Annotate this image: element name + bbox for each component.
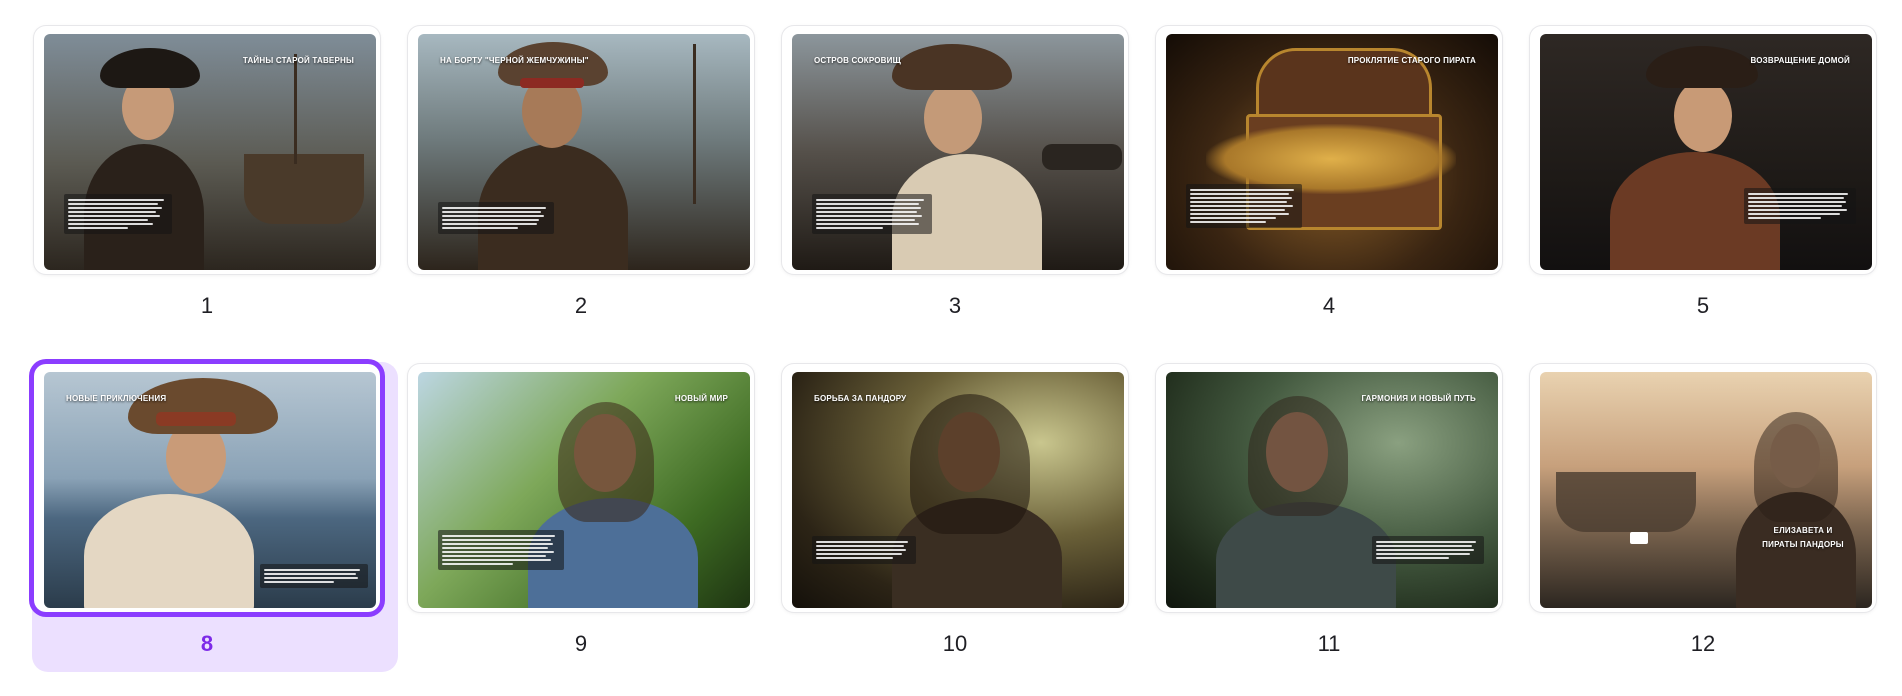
thumbnail-frame[interactable]: ОСТРОВ СОКРОВИЩ xyxy=(782,26,1128,274)
page-title: ГАРМОНИЯ И НОВЫЙ ПУТЬ xyxy=(1361,394,1476,403)
thumbnail-frame[interactable]: НА БОРТУ "ЧЕРНОЙ ЖЕМЧУЖИНЫ" xyxy=(408,26,754,274)
text-box xyxy=(438,202,554,234)
rigging xyxy=(693,44,696,204)
hat xyxy=(892,44,1012,90)
page-title: НОВЫЕ ПРИКЛЮЧЕНИЯ xyxy=(66,394,167,403)
page-number: 8 xyxy=(200,631,214,656)
thumbnail-frame[interactable]: БОРЬБА ЗА ПАНДОРУ xyxy=(782,364,1128,612)
bandana xyxy=(520,78,584,88)
page-number: 12 xyxy=(1690,631,1716,656)
text-box xyxy=(1744,188,1856,224)
page-title: БОРЬБА ЗА ПАНДОРУ xyxy=(814,394,907,403)
thumbnail-frame[interactable]: ГАРМОНИЯ И НОВЫЙ ПУТЬ xyxy=(1156,364,1502,612)
thumbnail-frame[interactable]: НОВЫЙ МИР xyxy=(408,364,754,612)
page-title: ПРОКЛЯТИЕ СТАРОГО ПИРАТА xyxy=(1347,56,1476,65)
logo-badge xyxy=(1630,532,1648,544)
text-box xyxy=(1186,184,1302,228)
ships xyxy=(1556,472,1696,532)
page-number: 1 xyxy=(200,293,214,318)
thumbnail-image: БОРЬБА ЗА ПАНДОРУ xyxy=(792,372,1124,608)
text-box xyxy=(812,536,916,564)
thumbnail-frame[interactable]: НОВЫЕ ПРИКЛЮЧЕНИЯ xyxy=(34,364,380,612)
thumbnail-image: ЕЛИЗАВЕТА И ПИРАТЫ ПАНДОРЫ xyxy=(1540,372,1872,608)
text-box xyxy=(438,530,564,570)
thumbnail-image: НА БОРТУ "ЧЕРНОЙ ЖЕМЧУЖИНЫ" xyxy=(418,34,750,270)
bandana xyxy=(156,412,236,426)
text-box xyxy=(260,564,368,588)
hair xyxy=(558,402,654,522)
thumbnail-image: ГАРМОНИЯ И НОВЫЙ ПУТЬ xyxy=(1166,372,1498,608)
page-number: 3 xyxy=(948,293,962,318)
head xyxy=(924,82,982,154)
page-title: НОВЫЙ МИР xyxy=(674,394,728,403)
thumbnail-image: ТАЙНЫ СТАРОЙ ТАВЕРНЫ xyxy=(44,34,376,270)
page-title: ВОЗВРАЩЕНИЕ ДОМОЙ xyxy=(1750,56,1850,65)
page-number: 9 xyxy=(574,631,588,656)
text-box xyxy=(64,194,172,234)
page-number: 4 xyxy=(1322,293,1336,318)
hair xyxy=(910,394,1030,534)
thumbnail-image: ВОЗВРАЩЕНИЕ ДОМОЙ xyxy=(1540,34,1872,270)
thumbnail-image: ОСТРОВ СОКРОВИЩ xyxy=(792,34,1124,270)
page-number: 5 xyxy=(1696,293,1710,318)
thumbnail-frame[interactable]: ПРОКЛЯТИЕ СТАРОГО ПИРАТА xyxy=(1156,26,1502,274)
hair xyxy=(1754,412,1838,522)
page-number: 11 xyxy=(1317,631,1341,656)
thumbnail-frame[interactable]: ВОЗВРАЩЕНИЕ ДОМОЙ xyxy=(1530,26,1876,274)
page-title: ОСТРОВ СОКРОВИЩ xyxy=(814,56,901,65)
head xyxy=(1674,80,1732,152)
figure-silhouette xyxy=(1216,502,1396,608)
thumbnail-frame[interactable]: ТАЙНЫ СТАРОЙ ТАВЕРНЫ xyxy=(34,26,380,274)
cannon xyxy=(1042,144,1122,170)
ship xyxy=(244,154,364,224)
page-number: 2 xyxy=(574,293,588,318)
thumbnail-image: ПРОКЛЯТИЕ СТАРОГО ПИРАТА xyxy=(1166,34,1498,270)
thumbnail-frame[interactable]: ЕЛИЗАВЕТА И ПИРАТЫ ПАНДОРЫ xyxy=(1530,364,1876,612)
page-title: НА БОРТУ "ЧЕРНОЙ ЖЕМЧУЖИНЫ" xyxy=(440,56,589,65)
hat xyxy=(1646,46,1758,88)
thumbnail-image: НОВЫЙ МИР xyxy=(418,372,750,608)
page-title: ЕЛИЗАВЕТА И ПИРАТЫ ПАНДОРЫ xyxy=(1762,526,1844,549)
mast xyxy=(294,54,297,164)
thumbnail-image: НОВЫЕ ПРИКЛЮЧЕНИЯ xyxy=(44,372,376,608)
page-number: 10 xyxy=(942,631,968,656)
page-thumbnail-grid: ТАЙНЫ СТАРОЙ ТАВЕРНЫ 1 НА БОРТУ "ЧЕРНОЙ … xyxy=(0,0,1902,696)
text-box xyxy=(1372,536,1484,564)
text-box xyxy=(812,194,932,234)
hat xyxy=(100,48,200,88)
figure-silhouette xyxy=(84,494,254,608)
page-title: ТАЙНЫ СТАРОЙ ТАВЕРНЫ xyxy=(242,56,354,65)
hair xyxy=(1248,396,1348,516)
